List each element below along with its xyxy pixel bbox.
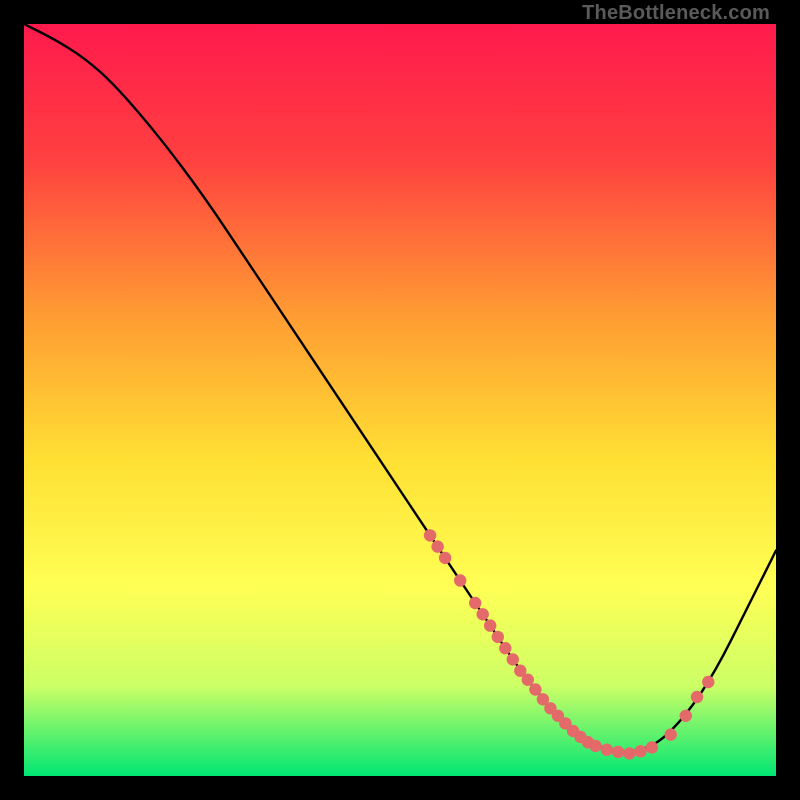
data-marker — [623, 747, 635, 759]
data-marker — [424, 529, 436, 541]
data-marker — [492, 631, 504, 643]
data-marker — [477, 608, 489, 620]
data-marker — [439, 552, 451, 564]
data-marker — [665, 728, 677, 740]
data-marker — [507, 653, 519, 665]
data-marker — [612, 746, 624, 758]
data-marker — [680, 710, 692, 722]
data-marker — [691, 691, 703, 703]
data-marker — [589, 740, 601, 752]
watermark-text: TheBottleneck.com — [582, 2, 770, 25]
data-marker — [601, 744, 613, 756]
data-marker — [499, 642, 511, 654]
chart-frame — [24, 24, 776, 776]
gradient-background — [24, 24, 776, 776]
data-marker — [646, 741, 658, 753]
data-marker — [522, 674, 534, 686]
data-marker — [529, 683, 541, 695]
chart-svg — [24, 24, 776, 776]
data-marker — [634, 745, 646, 757]
data-marker — [469, 597, 481, 609]
data-marker — [454, 574, 466, 586]
data-marker — [484, 619, 496, 631]
data-marker — [431, 540, 443, 552]
data-marker — [702, 676, 714, 688]
